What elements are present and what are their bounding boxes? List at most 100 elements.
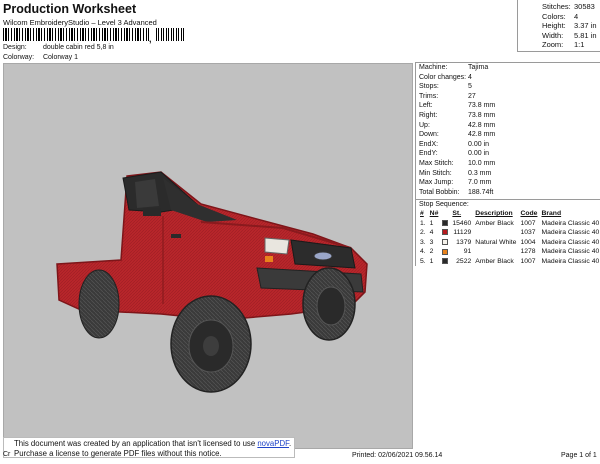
info-value: 42.8 mm [468,131,496,139]
info-value: 0.00 in [468,150,490,158]
needle-number: 2 [429,248,434,256]
info-value: 7.0 mm [468,179,492,187]
info-label: Up: [419,121,430,129]
info-label: Machine: [419,64,448,71]
info-label: Trims: [419,92,439,100]
design-row: Design: double cabin red 5,8 in [3,44,114,51]
info-row: Min Stitch: 0.3 mm [416,169,600,179]
color-swatch-icon [442,248,449,255]
table-row: 4. 2 91 1278 Madeira Classic 40 [418,247,600,257]
stitch-count: 1379 [456,238,472,246]
barcode [3,28,149,41]
stitch-count: 91 [463,248,472,256]
info-row: Machine: Tajima [416,63,600,73]
info-row: Total Bobbin: 188.74ft [416,188,600,198]
stat-row: Height: 3.37 in [542,21,600,31]
table-row: 1. 1 15460 Amber Black 1007 Madeira Classic 4… [418,218,600,228]
info-label: Stops: [419,83,439,91]
stat-label: Stitches: [542,2,571,11]
needle-number: 3 [429,238,434,246]
thread-brand: Madeira Classic 40 [541,229,600,237]
stat-label: Zoom: [542,40,564,49]
column-header: Code [520,210,538,218]
info-value: 0.00 in [468,140,490,148]
info-row: EndX: 0.00 in [416,140,600,150]
thread-brand: Madeira Classic 40 [541,257,600,265]
notice-text: This document was created by an applicat… [14,439,258,448]
novapdf-link[interactable]: novaPDF [257,439,289,448]
thread-description: Natural White [475,238,517,246]
table-row: 3. 3 1379 Natural White 1004 Madeira Classic … [418,238,600,248]
info-row: Max Stitch: 10.0 mm [416,159,600,169]
stat-label: Height: [542,21,566,30]
thread-description: Amber Black [475,219,514,227]
needle-number: 1 [429,257,434,265]
column-header [440,209,450,218]
info-value: 0.3 mm [468,169,492,177]
software-name: Wilcom EmbroideryStudio – Level 3 Advanc… [3,18,157,27]
color-swatch-icon [442,219,449,226]
stat-label: Colors: [542,11,566,21]
notice-line-1: This document was created by an applicat… [14,439,294,449]
footer-left-text: Cr [3,451,11,458]
notice-line-2: Purchase a license to generate PDF files… [14,448,222,458]
thread-description [473,247,518,257]
thread-brand: Madeira Classic 40 [541,219,600,227]
colorway-label: Colorway: [3,54,35,61]
colorway-value: Colorway 1 [42,54,78,61]
info-value: Tajima [468,64,489,71]
info-value: 188.74ft [468,188,494,196]
color-swatch-icon [442,239,449,245]
info-value: 4 [468,73,472,81]
color-swatch [440,238,450,248]
page-number: Page 1 of 1 [561,452,597,459]
row-index: 5. [420,257,426,265]
stat-value: 5.81 in [574,30,597,40]
color-swatch-icon [442,258,449,265]
stop-sequence-title: Stop Sequence: [416,199,600,209]
stitch-count: 2522 [456,257,472,265]
row-index: 2. [420,229,426,237]
color-swatch [440,218,450,228]
row-index: 1. [420,219,426,227]
stop-sequence-table: # N# St. Description Code Brand 1. 1 15460… [418,209,600,266]
thread-description: Amber Black [475,257,514,265]
color-swatch [440,257,450,267]
colorway-row: Colorway: Colorway 1 [3,54,78,61]
design-label: Design: [3,44,27,51]
info-row: Trims: 27 [416,92,600,102]
stat-row: Width: 5.81 in [542,31,600,41]
table-header-row: # N# St. Description Code Brand [418,209,600,218]
barcode-tail [156,28,186,41]
stats-panel: Stitches: 30583 Colors: 4 Height: 3.37 in W… [517,0,600,52]
info-row: Right: 73.8 mm [416,111,600,121]
info-label: Color changes: [419,73,467,81]
color-swatch-icon [442,229,449,236]
column-header: N# [429,210,439,218]
design-value: double cabin red 5,8 in [42,44,114,51]
table-row: 2. 4 11129 1037 Madeira Classic 40 [418,228,600,238]
info-row: Left: 73.8 mm [416,101,600,111]
row-index: 4. [420,248,426,256]
stat-value: 4 [574,11,579,21]
stat-row: Stitches: 30583 [542,2,600,12]
info-label: Max Stitch: [419,159,454,167]
page-title: Production Worksheet [3,2,137,16]
notice-text-end: . [288,439,292,448]
color-swatch [440,228,450,238]
column-header: St. [452,210,462,218]
thread-description [473,228,518,238]
info-value: 5 [468,83,472,91]
thread-code: 1007 [520,257,536,265]
column-header: # [420,210,424,218]
thread-brand: Madeira Classic 40 [541,238,600,246]
info-row: Up: 42.8 mm [416,121,600,131]
thread-code: 1004 [520,238,536,246]
info-row: Color changes: 4 [416,73,600,83]
thread-code: 1007 [520,219,536,227]
stitch-count: 11129 [453,229,472,237]
stat-value: 1:1 [574,40,585,49]
table-row: 5. 1 2522 Amber Black 1007 Madeira Classic 40 [418,257,600,267]
info-row: EndY: 0.00 in [416,149,600,159]
column-header: Brand [541,210,562,218]
